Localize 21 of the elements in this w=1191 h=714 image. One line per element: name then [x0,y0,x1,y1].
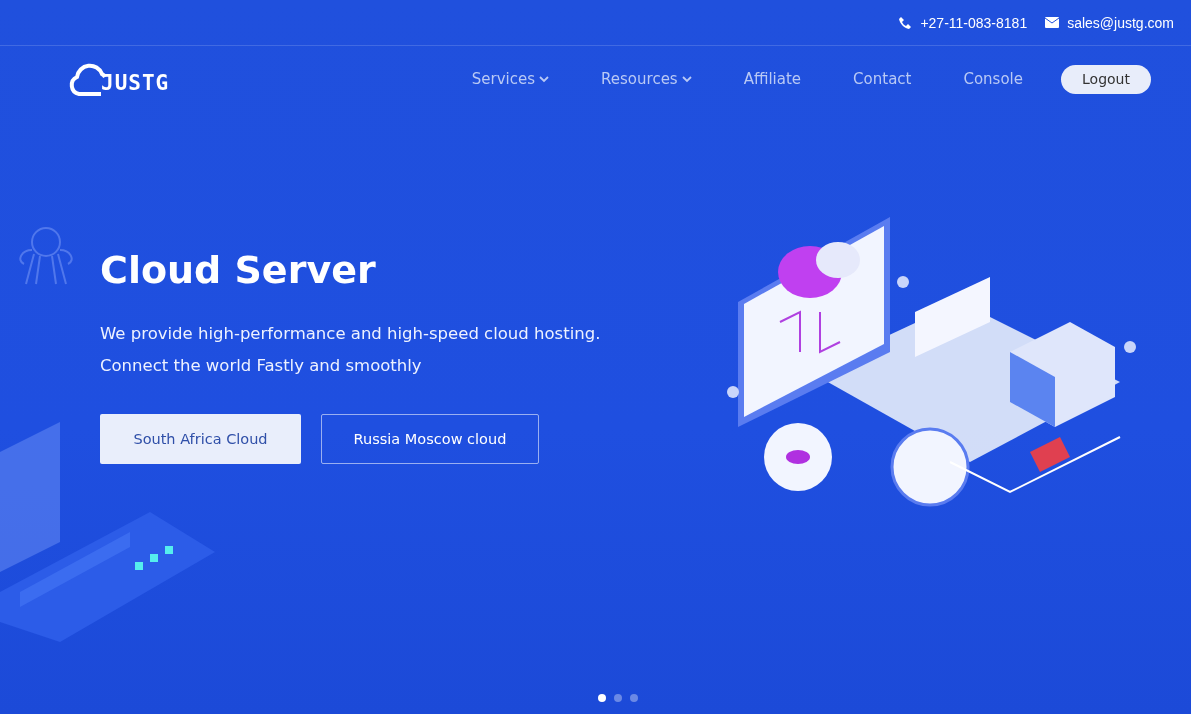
carousel-dot[interactable] [614,694,622,702]
nav-link[interactable]: Services [445,70,576,88]
email-address: sales@justg.com [1067,14,1174,31]
hero-title: Cloud Server [100,248,377,292]
carousel-dot[interactable] [598,694,606,702]
nav-link[interactable]: Console [937,70,1049,88]
region-button[interactable]: Russia Moscow cloud [321,414,539,464]
phone-number: +27-11-083-8181 [920,14,1028,31]
nav-link[interactable]: Contact [827,70,938,88]
logo[interactable]: JUSTG [67,58,170,100]
chevron-down-icon [681,75,692,83]
phone-icon [898,15,913,30]
chevron-down-icon [539,75,550,83]
nav-link[interactable]: Resources [575,70,718,88]
nav-link[interactable]: Affiliate [717,70,828,88]
logout-button[interactable]: Logout [1061,64,1151,94]
carousel-dot[interactable] [630,694,638,702]
hero-description: Connect the world Fastly and smoothly [100,355,423,377]
mail-icon [1045,17,1060,28]
region-button[interactable]: South Africa Cloud [100,414,301,464]
hero-description: We provide high-performance and high-speed cloud hosting. [100,323,602,345]
